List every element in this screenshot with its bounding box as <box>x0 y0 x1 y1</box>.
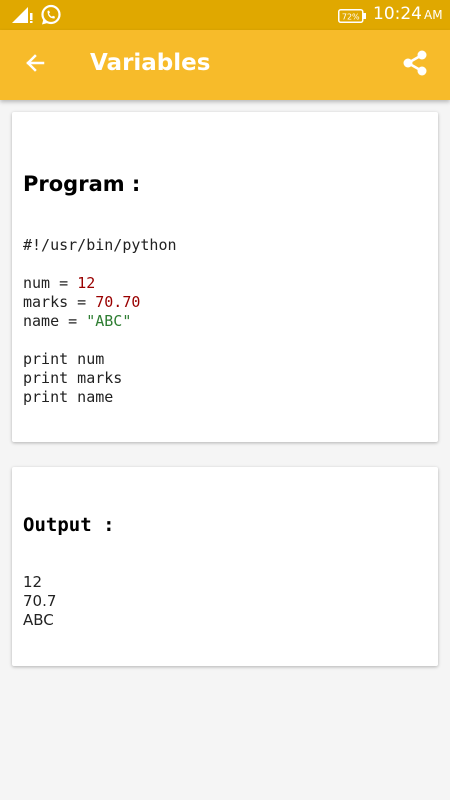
output-line: 70.7 <box>23 592 57 610</box>
output-line: 12 <box>23 573 43 591</box>
code-text: name = <box>23 312 87 330</box>
code-line: marks = 70.70 <box>23 293 177 312</box>
code-line: print name <box>23 388 114 406</box>
output-text: 12 70.7 ABC <box>23 573 56 630</box>
program-heading: Program : <box>23 172 141 196</box>
page-title: Variables <box>90 50 211 76</box>
output-heading: Output : <box>23 514 115 536</box>
code-line: print num <box>23 350 105 368</box>
status-bar: 72% 10:24 AM <box>0 0 450 30</box>
code-number-literal: 12 <box>77 274 96 292</box>
program-card: Program : #!/usr/bin/python num = 12 marks… <box>12 112 438 442</box>
clock-ampm: AM <box>424 8 443 22</box>
code-string-literal: "ABC" <box>86 312 132 330</box>
battery-icon: 72% <box>338 8 366 27</box>
program-code: #!/usr/bin/python num = 12 marks = 70.70 na… <box>23 236 177 407</box>
clock: 10:24 AM <box>373 4 443 24</box>
output-card: Output : 12 70.7 ABC <box>12 467 438 666</box>
battery-percent: 72% <box>342 12 360 21</box>
whatsapp-icon <box>40 4 62 30</box>
code-line: num = 12 <box>23 274 177 293</box>
back-button[interactable] <box>12 42 58 88</box>
app-bar: Variables <box>0 30 450 100</box>
share-button[interactable] <box>392 42 438 88</box>
clock-time: 10:24 <box>373 4 422 24</box>
arrow-left-icon <box>23 51 47 79</box>
code-line: #!/usr/bin/python <box>23 236 177 254</box>
signal-icon <box>12 7 34 27</box>
code-number-literal: 70.70 <box>95 293 141 311</box>
code-text: num = <box>23 274 78 292</box>
code-text: marks = <box>23 293 96 311</box>
output-line: ABC <box>23 611 54 629</box>
code-line: name = "ABC" <box>23 312 177 331</box>
code-line: print marks <box>23 369 123 387</box>
share-icon <box>401 49 429 81</box>
